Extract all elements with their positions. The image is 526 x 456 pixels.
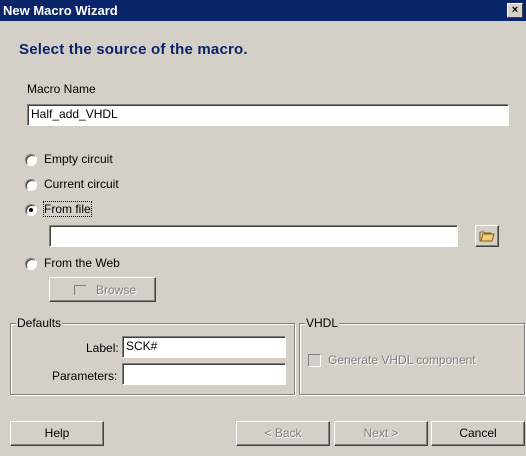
browse-folder-button[interactable] xyxy=(475,225,499,247)
vhdl-group-title: VHDL xyxy=(305,316,340,330)
help-button[interactable]: Help xyxy=(10,421,104,446)
macro-name-input[interactable]: Half_add_VHDL xyxy=(27,104,509,126)
generate-vhdl-label[interactable]: Generate VHDL component xyxy=(328,353,476,367)
folder-open-icon xyxy=(479,231,495,242)
radio-from-file[interactable] xyxy=(25,204,37,216)
radio-current-circuit-label[interactable]: Current circuit xyxy=(44,177,119,191)
label-input[interactable]: SCK# xyxy=(122,336,286,358)
browse-checkbox-icon xyxy=(74,285,86,295)
radio-from-web[interactable] xyxy=(25,258,37,270)
defaults-group-title: Defaults xyxy=(16,316,63,330)
radio-from-file-label[interactable]: From file xyxy=(43,201,92,217)
label-field-label: Label: xyxy=(86,341,119,355)
back-button[interactable]: < Back xyxy=(236,421,330,446)
window-title: New Macro Wizard xyxy=(3,3,118,18)
file-path-input[interactable] xyxy=(49,225,458,247)
close-icon: × xyxy=(511,4,519,16)
browse-button-label: Browse xyxy=(96,283,137,297)
parameters-input[interactable] xyxy=(122,363,286,385)
cancel-button[interactable]: Cancel xyxy=(431,421,525,446)
radio-current-circuit[interactable] xyxy=(25,179,37,191)
macro-name-label: Macro Name xyxy=(27,82,96,96)
browse-button[interactable]: Browse xyxy=(49,277,156,302)
radio-from-web-label[interactable]: From the Web xyxy=(44,256,120,270)
page-heading: Select the source of the macro. xyxy=(19,41,248,58)
radio-selected-dot xyxy=(29,208,33,212)
next-button[interactable]: Next > xyxy=(334,421,428,446)
radio-empty-circuit[interactable] xyxy=(25,154,37,166)
generate-vhdl-checkbox[interactable] xyxy=(308,354,321,367)
close-button[interactable]: × xyxy=(507,3,523,18)
radio-empty-circuit-label[interactable]: Empty circuit xyxy=(44,152,113,166)
parameters-field-label: Parameters: xyxy=(52,369,118,383)
